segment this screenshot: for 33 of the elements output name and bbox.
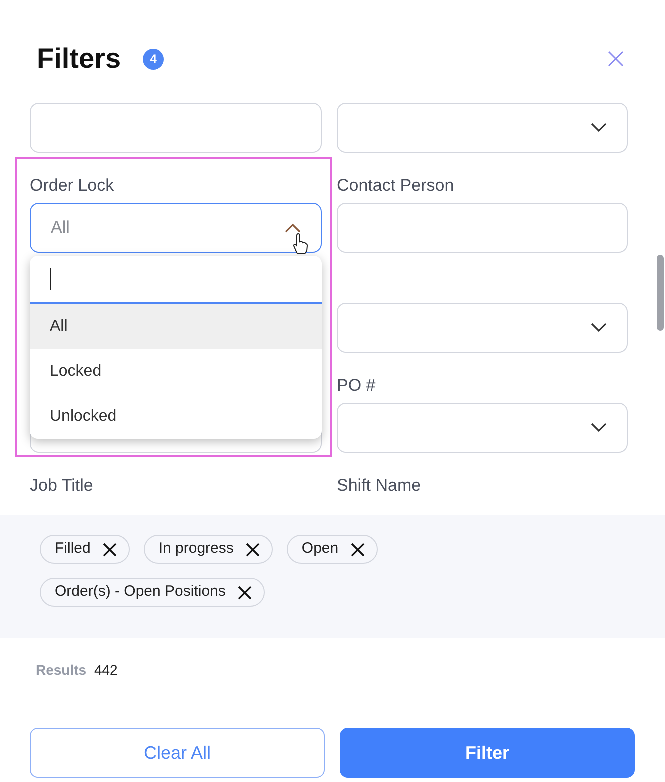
dropdown-option[interactable]: Unlocked bbox=[30, 394, 322, 439]
field-label: Shift Name bbox=[337, 475, 422, 497]
scrollbar-thumb[interactable] bbox=[657, 255, 664, 331]
filter-chip[interactable]: Filled bbox=[40, 535, 130, 564]
field-label: Contact Person bbox=[337, 175, 456, 197]
chevron-down-icon bbox=[591, 323, 607, 333]
filter-button[interactable]: Filter bbox=[340, 728, 635, 778]
filter-chip[interactable]: In progress bbox=[144, 535, 273, 564]
results-label: Results bbox=[36, 662, 87, 678]
filter-chip[interactable]: Order(s) - Open Positions bbox=[40, 578, 265, 607]
text-cursor bbox=[50, 268, 51, 290]
close-icon[interactable] bbox=[608, 51, 624, 67]
dropdown-option[interactable]: All bbox=[30, 304, 322, 349]
chevron-down-icon bbox=[591, 423, 607, 433]
count-badge: 4 bbox=[143, 48, 164, 70]
input-field[interactable] bbox=[30, 103, 322, 153]
select-field[interactable] bbox=[337, 303, 628, 353]
input-field[interactable] bbox=[337, 203, 628, 253]
select-field[interactable] bbox=[337, 403, 628, 453]
close-icon bbox=[102, 542, 117, 556]
field-label: Order Lock bbox=[30, 175, 116, 197]
close-icon bbox=[238, 586, 252, 600]
field-label: Job Title bbox=[30, 475, 94, 497]
close-icon bbox=[246, 542, 260, 556]
field-label: PO # bbox=[337, 375, 377, 397]
panel-title: Filters bbox=[37, 42, 122, 76]
chevron-up-icon bbox=[285, 223, 301, 233]
filter-chip[interactable]: Open bbox=[286, 535, 378, 564]
chevron-down-icon bbox=[591, 123, 607, 133]
select-field[interactable] bbox=[337, 103, 628, 153]
close-icon bbox=[350, 542, 365, 556]
results-count: 442 bbox=[93, 662, 118, 678]
dropdown-option[interactable]: Locked bbox=[30, 349, 322, 394]
